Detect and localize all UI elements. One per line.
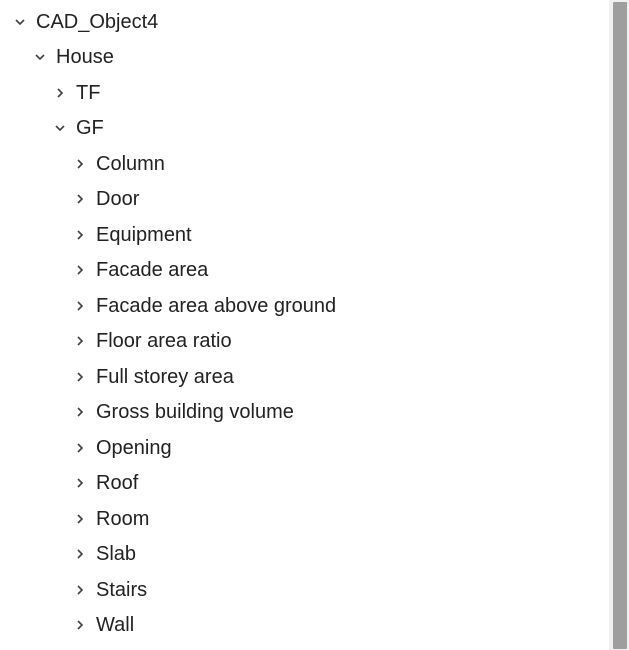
tree-item-house[interactable]: House	[2, 40, 608, 76]
tree-item-label: Facade area	[96, 260, 208, 280]
chevron-right-icon[interactable]	[70, 296, 90, 316]
tree-item-gf[interactable]: GF	[2, 111, 608, 147]
tree-item-label: Opening	[96, 438, 172, 458]
tree-item-tf[interactable]: TF	[2, 75, 608, 111]
chevron-right-icon[interactable]	[70, 509, 90, 529]
chevron-right-icon[interactable]	[70, 225, 90, 245]
tree-item-label: GF	[76, 118, 104, 138]
tree-item-gross-building-volume[interactable]: Gross building volume	[2, 395, 608, 431]
chevron-right-icon[interactable]	[70, 189, 90, 209]
chevron-down-icon[interactable]	[50, 118, 70, 138]
chevron-right-icon[interactable]	[70, 438, 90, 458]
tree-item-opening[interactable]: Opening	[2, 430, 608, 466]
chevron-down-icon[interactable]	[30, 47, 50, 67]
tree-item-slab[interactable]: Slab	[2, 537, 608, 573]
tree-item-label: Equipment	[96, 225, 192, 245]
tree-item-label: Floor area ratio	[96, 331, 232, 351]
tree-item-label: Stairs	[96, 580, 147, 600]
chevron-right-icon[interactable]	[70, 402, 90, 422]
tree-item-label: Door	[96, 189, 139, 209]
tree-item-label: Gross building volume	[96, 402, 294, 422]
chevron-right-icon[interactable]	[70, 473, 90, 493]
tree-item-label: Room	[96, 509, 149, 529]
tree-item-facade-area-above-ground[interactable]: Facade area above ground	[2, 288, 608, 324]
tree-item-door[interactable]: Door	[2, 182, 608, 218]
tree-item-wall[interactable]: Wall	[2, 608, 608, 644]
tree-item-roof[interactable]: Roof	[2, 466, 608, 502]
tree-item-equipment[interactable]: Equipment	[2, 217, 608, 253]
chevron-right-icon[interactable]	[70, 367, 90, 387]
tree-view: CAD_Object4 House TF GF Column Door	[0, 0, 608, 650]
chevron-right-icon[interactable]	[70, 544, 90, 564]
tree-item-full-storey-area[interactable]: Full storey area	[2, 359, 608, 395]
scrollbar-track[interactable]	[609, 0, 629, 650]
tree-item-label: TF	[76, 83, 100, 103]
chevron-down-icon[interactable]	[10, 12, 30, 32]
tree-item-label: Wall	[96, 615, 134, 635]
tree-item-label: Full storey area	[96, 367, 234, 387]
chevron-right-icon[interactable]	[70, 260, 90, 280]
tree-item-label: House	[56, 47, 114, 67]
tree-item-floor-area-ratio[interactable]: Floor area ratio	[2, 324, 608, 360]
tree-item-facade-area[interactable]: Facade area	[2, 253, 608, 289]
chevron-right-icon[interactable]	[70, 580, 90, 600]
chevron-right-icon[interactable]	[70, 615, 90, 635]
scrollbar-thumb[interactable]	[613, 2, 627, 649]
tree-item-column[interactable]: Column	[2, 146, 608, 182]
tree-item-label: CAD_Object4	[36, 12, 158, 32]
tree-item-label: Facade area above ground	[96, 296, 336, 316]
tree-item-stairs[interactable]: Stairs	[2, 572, 608, 608]
tree-item-cad-object4[interactable]: CAD_Object4	[2, 4, 608, 40]
tree-item-room[interactable]: Room	[2, 501, 608, 537]
chevron-right-icon[interactable]	[70, 331, 90, 351]
tree-item-label: Column	[96, 154, 165, 174]
chevron-right-icon[interactable]	[70, 154, 90, 174]
tree-item-label: Slab	[96, 544, 136, 564]
chevron-right-icon[interactable]	[50, 83, 70, 103]
tree-item-label: Roof	[96, 473, 138, 493]
